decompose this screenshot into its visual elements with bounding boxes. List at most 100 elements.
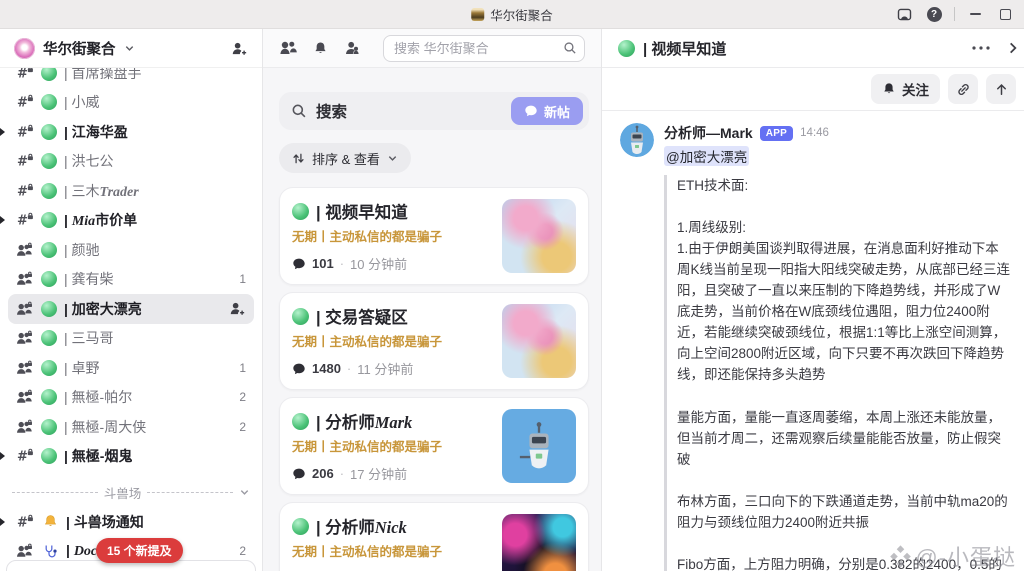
people-lock-icon [16,419,34,435]
unread-count-badge: 2 [239,390,246,404]
channel-list-container: #| 首席操盘手#| 小威#| 江海华盈#| 洪七公#| 三木Trader#| … [0,68,262,571]
contacts-icon[interactable] [344,40,360,56]
sort-arrows-icon [292,152,305,165]
channel-card[interactable]: | 视频早知道无期丨主动私信的都是骗子101·10 分钟前 [279,187,589,285]
channel-thumbnail [502,304,576,378]
window-title-group: 华尔街聚合 [471,0,553,28]
channel-thumbnail [502,514,576,571]
channel-card[interactable]: | 分析师Mark无期丨主动私信的都是骗子206·17 分钟前 [279,397,589,495]
feed-search-button[interactable]: 搜索 新帖 [279,92,589,130]
message-timestamp: 14:46 [800,127,829,139]
app-logo-icon [471,8,484,21]
channel-card[interactable]: | 交易答疑区无期丨主动私信的都是骗子1480·11 分钟前 [279,292,589,390]
channel-label: | 卓野 [64,358,100,378]
category-divider[interactable]: 斗兽场 [8,477,254,507]
avatar[interactable] [620,123,654,157]
help-button[interactable]: ? [919,2,949,26]
scroll-to-top-button[interactable] [986,74,1016,104]
sidebar-channel-item[interactable]: #| 無極-烟鬼 [8,442,254,472]
hash-lock-icon: # [16,514,34,530]
sidebar-channel-item[interactable]: #| 首席操盘手 [8,68,254,88]
follow-button[interactable]: 关注 [871,74,940,104]
channel-thumbnail [502,409,576,483]
bell-icon [41,514,59,529]
svg-text:#: # [17,155,28,170]
channel-card[interactable]: | 分析师Nick无期丨主动私信的都是骗子264·3 小时前 [279,502,589,571]
invite-member-icon[interactable] [229,301,246,316]
people-lock-icon [16,360,34,376]
sidebar-channel-item[interactable]: #| 斗兽场通知 [8,507,254,537]
meta-separator: · [347,361,351,376]
people-lock-icon [16,301,34,317]
feed-body: 搜索 新帖 排序 & 查看 | 视频早知道无期丨主动私信的都是骗子101·10 … [263,68,601,571]
unread-count-badge: 1 [239,361,246,375]
new-mentions-badge[interactable]: 15 个新提及 [96,538,183,563]
green-status-dot [41,68,57,81]
sidebar-channel-item[interactable]: #| 小威 [8,88,254,118]
sidebar-channel-item[interactable]: | 卓野 1 [8,353,254,383]
channel-label: | 首席操盘手 [64,68,142,83]
card-title: | 分析师Nick [316,514,407,538]
green-status-dot [618,40,635,57]
meta-separator: · [340,256,344,271]
card-meta: 101·10 分钟前 [292,254,492,273]
card-subtitle: 无期丨主动私信的都是骗子 [292,226,492,245]
unread-indicator [0,216,5,224]
chat-bubble-icon [292,467,306,481]
sidebar-channel-item[interactable]: #| 洪七公 [8,147,254,177]
sort-view-button[interactable]: 排序 & 查看 [279,143,411,173]
window-controls: ? [889,2,1024,26]
sidebar-channel-item[interactable]: | 三马哥 [8,324,254,354]
hash-lock-icon: # [16,124,34,140]
svg-text:#: # [17,184,28,199]
feed-search-label: 搜索 [316,100,347,122]
green-status-dot [41,271,57,287]
new-post-button[interactable]: 新帖 [511,97,583,125]
app-badge: APP [760,126,793,141]
maximize-button[interactable] [990,2,1020,26]
message-author[interactable]: 分析师—Mark [664,123,753,143]
message-count: 1480 [312,361,341,376]
app-window: 华尔街聚合 ? 华尔街聚合 [0,0,1024,571]
sidebar-channel-item[interactable]: | 無極-帕尔2 [8,383,254,413]
mention-chip[interactable]: @加密大漂亮 [664,146,749,166]
server-header[interactable]: 华尔街聚合 [0,29,262,68]
tray-window-icon[interactable] [889,2,919,26]
sidebar-channel-item[interactable]: | 加密大漂亮 [8,294,254,324]
maximize-icon [1000,9,1011,20]
help-icon: ? [927,7,942,22]
sidebar-channel-item[interactable]: #| 三木Trader [8,176,254,206]
sidebar-channel-item[interactable]: | 颜驰 [8,235,254,265]
global-search-input[interactable] [383,35,585,62]
green-status-dot [292,308,309,325]
titlebar-divider [954,7,955,21]
chevron-down-icon [124,43,135,54]
window-title: 华尔街聚合 [490,5,553,24]
channel-card-list: | 视频早知道无期丨主动私信的都是骗子101·10 分钟前| 交易答疑区无期丨主… [279,187,589,571]
sidebar-channel-item[interactable]: | 龚有柴1 [8,265,254,295]
notifications-bell-icon[interactable] [313,41,328,56]
sidebar-channel-item[interactable]: #| 江海华盈 [8,117,254,147]
green-status-dot [41,448,57,464]
server-badge-icon [14,38,35,59]
people-lock-icon [16,242,34,258]
green-status-dot [292,518,309,535]
invite-member-button[interactable] [231,41,248,56]
chevron-down-icon[interactable] [239,487,250,498]
divider-dash [147,492,233,493]
sidebar-channel-item[interactable]: #| Mia市价单 [8,206,254,236]
copy-link-button[interactable] [948,74,978,104]
green-status-dot [41,301,57,317]
friends-icon[interactable] [279,40,297,56]
feed-header [263,29,601,68]
sidebar-channel-item[interactable]: | 無極-周大侠2 [8,412,254,442]
main-layout: 华尔街聚合 #| 首席操盘手#| 小威#| 江海华盈#| 洪七公#| 三木Tra… [0,29,1024,571]
message-count: 101 [312,256,334,271]
green-status-dot [41,183,57,199]
chevron-right-icon[interactable] [1002,37,1020,59]
more-options-icon[interactable] [968,42,994,54]
channel-label: | Mia市价单 [64,210,137,230]
search-icon [563,41,577,55]
card-meta: 206·17 分钟前 [292,464,492,483]
minimize-button[interactable] [960,2,990,26]
